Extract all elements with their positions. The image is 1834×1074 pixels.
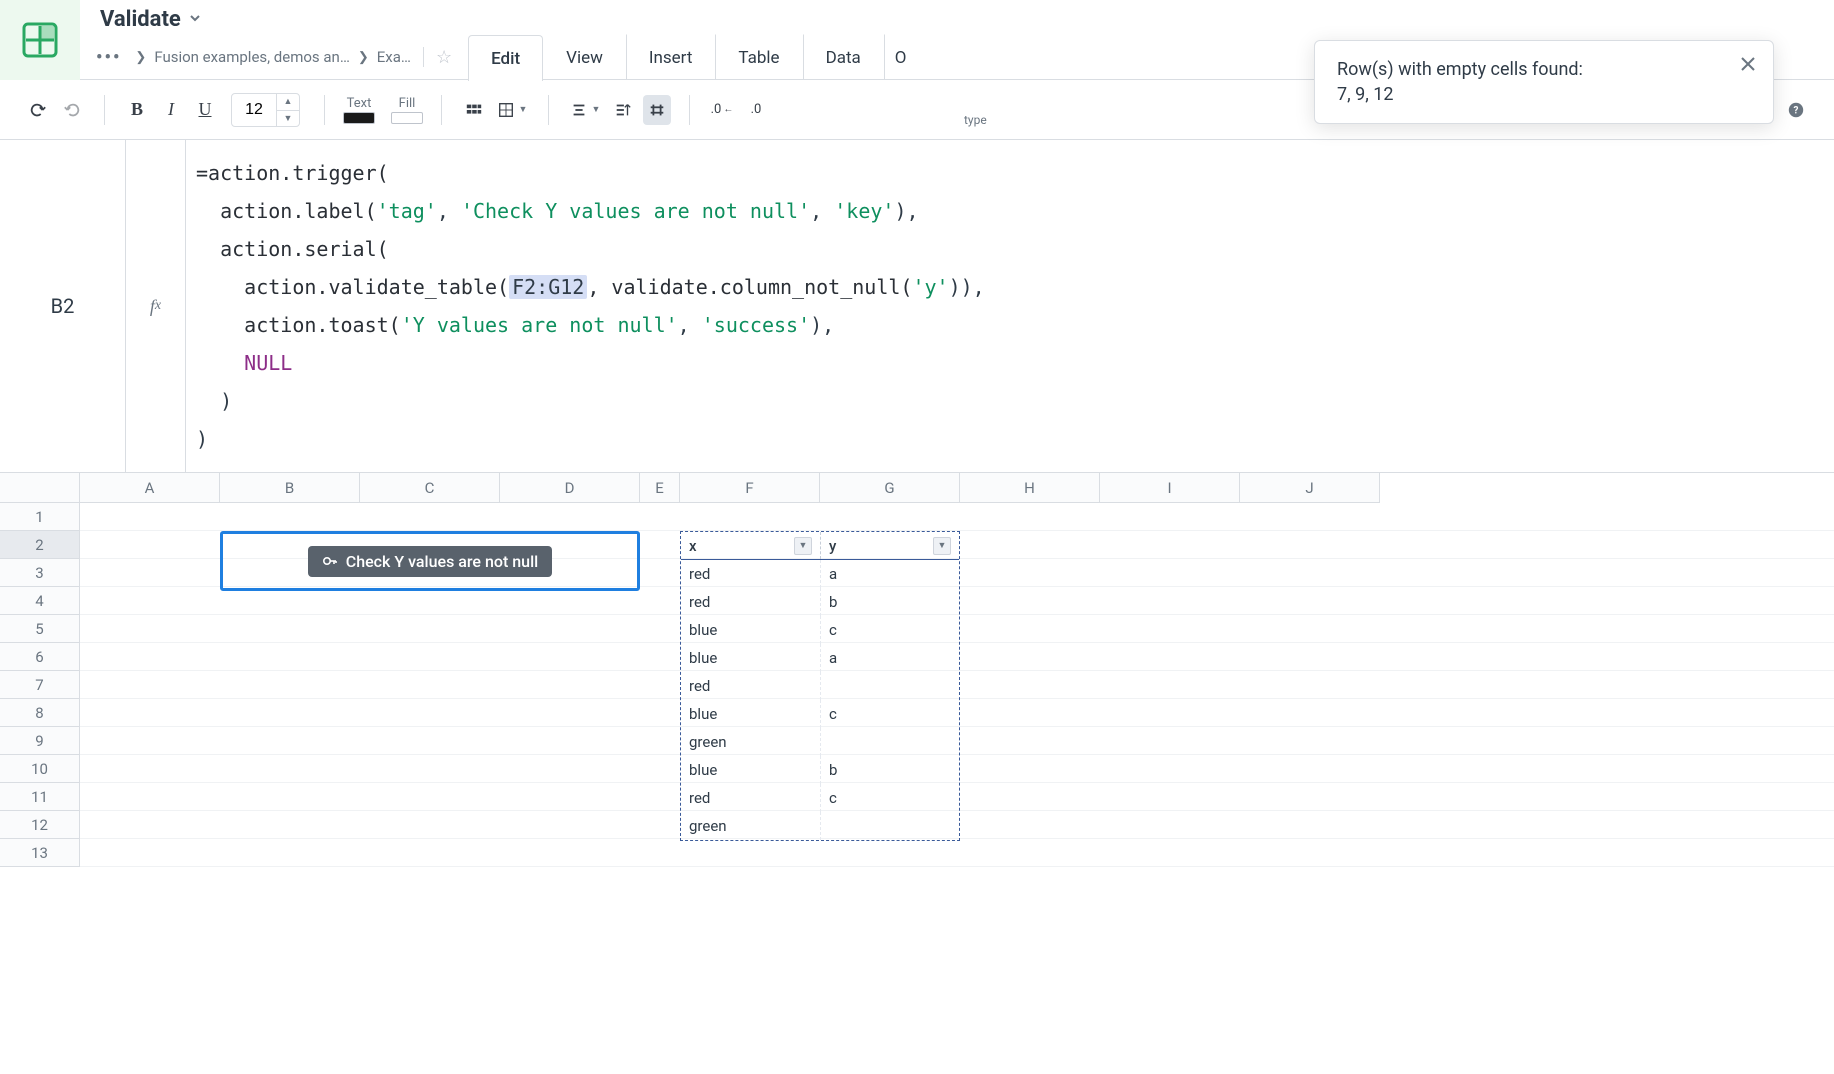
font-size-input[interactable]: ▲ ▼	[231, 93, 300, 127]
column-header[interactable]: B	[220, 473, 360, 503]
svg-text:?: ?	[1794, 105, 1799, 116]
table-row[interactable]: redb	[681, 588, 959, 616]
table-row[interactable]: reda	[681, 560, 959, 588]
fill-color-button[interactable]: Fill	[391, 96, 423, 124]
bold-button[interactable]: B	[123, 95, 151, 125]
close-icon[interactable]	[1739, 55, 1757, 77]
table-row[interactable]: green	[681, 728, 959, 756]
fill-color-swatch	[391, 112, 423, 124]
wrap-overflow-button[interactable]	[643, 95, 671, 125]
font-size-down[interactable]: ▼	[277, 110, 299, 127]
row-headers: 1 2 3 4 5 6 7 8 9 10 11 12 13	[0, 503, 80, 867]
borders-button[interactable]: ▼	[494, 95, 530, 125]
toast-title: Row(s) with empty cells found:	[1337, 59, 1725, 80]
underline-button[interactable]: U	[191, 95, 219, 125]
align-button[interactable]: ▼	[567, 95, 603, 125]
tab-table[interactable]: Table	[715, 34, 802, 80]
column-header[interactable]: I	[1100, 473, 1240, 503]
validate-trigger-label: Check Y values are not null	[346, 552, 538, 571]
column-header[interactable]: F	[680, 473, 820, 503]
help-button[interactable]: ?	[1782, 95, 1810, 125]
column-header[interactable]: C	[360, 473, 500, 503]
row-header[interactable]: 2	[0, 531, 80, 559]
breadcrumb-overflow-icon[interactable]: •••	[96, 47, 121, 68]
row-header[interactable]: 1	[0, 503, 80, 531]
table-row[interactable]: blueb	[681, 756, 959, 784]
key-icon	[322, 553, 338, 569]
column-header[interactable]: H	[960, 473, 1100, 503]
chevron-right-icon: ❯	[135, 50, 146, 65]
divider	[423, 47, 424, 67]
notification-toast: Row(s) with empty cells found: 7, 9, 12	[1314, 40, 1774, 124]
column-header[interactable]: J	[1240, 473, 1380, 503]
formula-input[interactable]: =action.trigger( action.label('tag', 'Ch…	[186, 140, 1834, 472]
toast-body: 7, 9, 12	[1337, 84, 1725, 105]
table-row[interactable]: red	[681, 672, 959, 700]
row-header[interactable]: 8	[0, 699, 80, 727]
table-header-x[interactable]: x ▼	[681, 532, 820, 559]
app-logo[interactable]	[0, 0, 80, 80]
grid-body[interactable]: Check Y values are not null x ▼ y ▼ reda…	[80, 503, 1834, 867]
cell-reference[interactable]: B2	[0, 140, 126, 472]
validate-trigger-button[interactable]: Check Y values are not null	[308, 546, 552, 577]
row-header[interactable]: 11	[0, 783, 80, 811]
breadcrumb-item[interactable]: Exa…	[377, 48, 411, 66]
tab-data[interactable]: Data	[803, 34, 884, 80]
star-icon[interactable]: ☆	[436, 47, 452, 68]
text-color-button[interactable]: Text	[343, 96, 375, 124]
tab-edit[interactable]: Edit	[468, 35, 543, 81]
row-header[interactable]: 12	[0, 811, 80, 839]
row-header[interactable]: 10	[0, 755, 80, 783]
text-color-swatch	[343, 112, 375, 124]
decrease-decimal-button[interactable]: .0←	[708, 95, 736, 125]
formula-bar: B2 fx =action.trigger( action.label('tag…	[0, 140, 1834, 473]
column-header[interactable]: A	[80, 473, 220, 503]
merge-cells-button[interactable]	[460, 95, 488, 125]
font-size-up[interactable]: ▲	[277, 93, 299, 110]
column-header[interactable]: D	[500, 473, 640, 503]
undo-button[interactable]	[24, 95, 52, 125]
row-header[interactable]: 7	[0, 671, 80, 699]
table-row[interactable]: redc	[681, 784, 959, 812]
type-label: type	[964, 113, 987, 127]
table-row[interactable]: green	[681, 812, 959, 840]
row-header[interactable]: 9	[0, 727, 80, 755]
spreadsheet: A B C D E F G H I J 1 2 3 4 5 6 7 8 9 10…	[0, 473, 1834, 867]
tab-view[interactable]: View	[543, 34, 626, 80]
title-dropdown-icon[interactable]	[189, 10, 201, 28]
redo-button[interactable]	[58, 95, 86, 125]
row-header[interactable]: 5	[0, 615, 80, 643]
data-table: x ▼ y ▼ reda redb bluec bluea red bluec …	[680, 531, 960, 841]
table-row[interactable]: bluea	[681, 644, 959, 672]
row-header[interactable]: 13	[0, 839, 80, 867]
italic-button[interactable]: I	[157, 95, 185, 125]
chevron-right-icon: ❯	[358, 50, 369, 65]
table-header-y[interactable]: y ▼	[820, 532, 959, 559]
tab-insert[interactable]: Insert	[626, 34, 716, 80]
font-size-field[interactable]	[232, 100, 276, 120]
chevron-down-icon[interactable]: ▼	[794, 537, 812, 555]
tab-overflow[interactable]: O	[884, 34, 918, 80]
fx-icon[interactable]: fx	[126, 140, 186, 472]
row-header[interactable]: 3	[0, 559, 80, 587]
validate-trigger-cell[interactable]: Check Y values are not null	[220, 531, 640, 591]
column-header[interactable]: E	[640, 473, 680, 503]
wrap-clip-button[interactable]	[609, 95, 637, 125]
table-row[interactable]: bluec	[681, 616, 959, 644]
increase-decimal-button[interactable]: .0	[742, 95, 770, 125]
breadcrumb-item[interactable]: Fusion examples, demos an…	[154, 48, 350, 66]
row-header[interactable]: 4	[0, 587, 80, 615]
spreadsheet-logo-icon	[22, 22, 58, 58]
main-tabs: Edit View Insert Table Data O	[468, 34, 917, 80]
column-header[interactable]: G	[820, 473, 960, 503]
row-header[interactable]: 6	[0, 643, 80, 671]
page-title: Validate	[100, 7, 181, 32]
table-row[interactable]: bluec	[681, 700, 959, 728]
column-headers: A B C D E F G H I J	[80, 473, 1834, 503]
select-all-corner[interactable]	[0, 473, 80, 503]
chevron-down-icon[interactable]: ▼	[933, 537, 951, 555]
